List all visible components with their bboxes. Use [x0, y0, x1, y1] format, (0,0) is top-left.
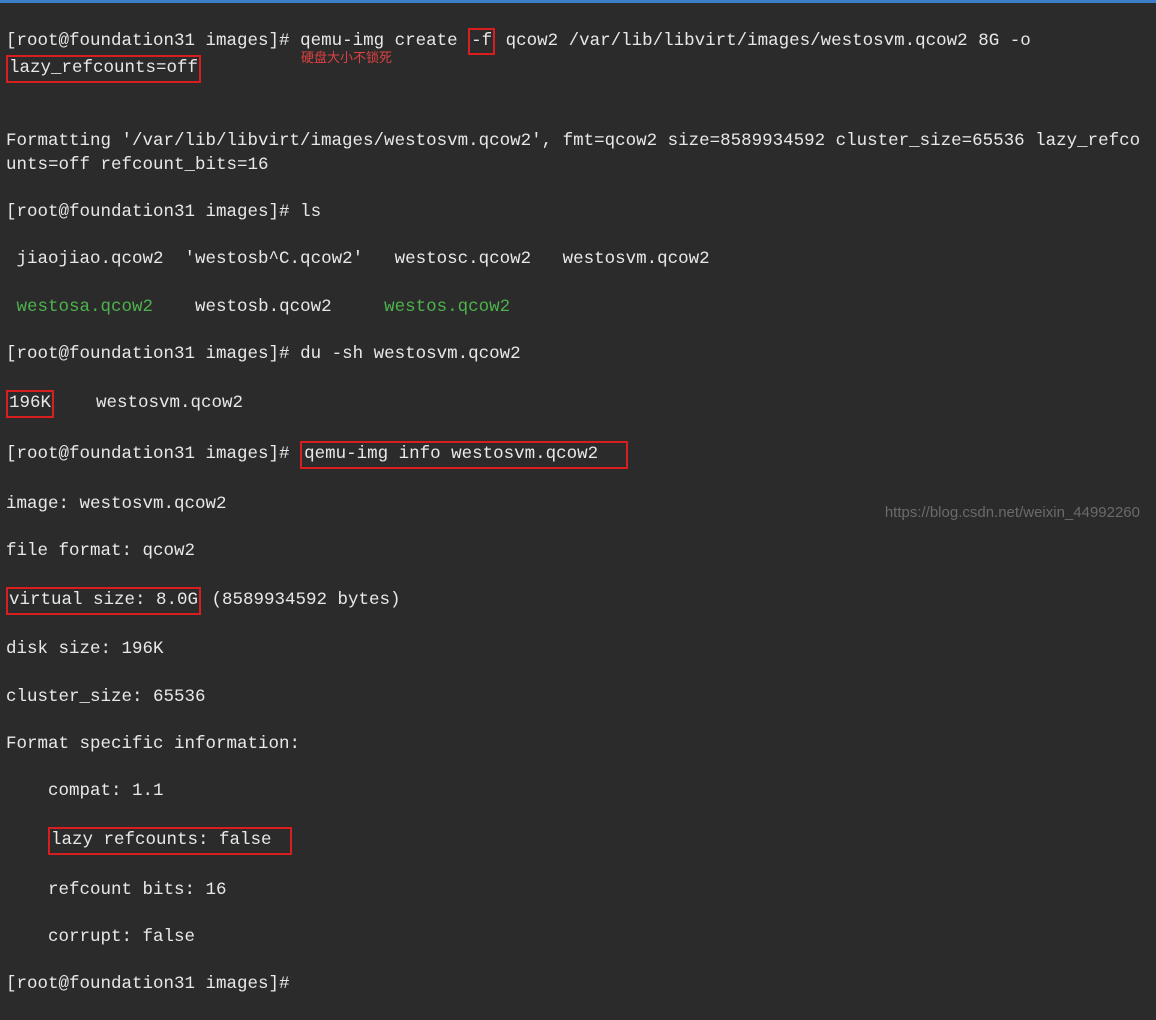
highlight-lazy-opt: lazy_refcounts=off [6, 55, 201, 83]
command-line-empty: [root@foundation31 images]# [6, 973, 1150, 997]
command-line-1: [root@foundation31 images]# qemu-img cre… [6, 28, 1150, 83]
command-line-3: [root@foundation31 images]# du -sh westo… [6, 343, 1150, 367]
info-virtual-size-bytes: (8589934592 bytes) [201, 590, 401, 610]
prompt: [root@foundation31 images]# [6, 202, 290, 222]
info-corrupt: corrupt: false [6, 926, 1150, 950]
du-output-line: 196K westosvm.qcow2 [6, 390, 1150, 418]
output-formatting: Formatting '/var/lib/libvirt/images/west… [6, 130, 1150, 177]
highlight-virtual-size: virtual size: 8.0G [6, 587, 201, 615]
highlight-du-size: 196K [6, 390, 54, 418]
prompt: [root@foundation31 images]# [6, 974, 290, 994]
info-cluster-size: cluster_size: 65536 [6, 686, 1150, 710]
ls-row-2: westosa.qcow2 westosb.qcow2 westos.qcow2 [6, 296, 1150, 320]
file-green: westos.qcow2 [384, 297, 510, 317]
command-line-4: [root@foundation31 images]# qemu-img inf… [6, 441, 1150, 469]
du-filename: westosvm.qcow2 [54, 393, 243, 413]
highlight-lazy-refcounts: lazy refcounts: false [48, 827, 292, 855]
info-compat: compat: 1.1 [6, 780, 1150, 804]
highlight-flag-f: -f [468, 28, 495, 56]
annotation-text: 硬盘大小不锁死 [301, 49, 392, 67]
prompt: [root@foundation31 images]# [6, 31, 290, 51]
prompt: [root@foundation31 images]# [6, 344, 290, 364]
indent [6, 830, 48, 850]
info-refcount-bits: refcount bits: 16 [6, 879, 1150, 903]
cmd-text: qemu-img create [300, 31, 468, 51]
file-plain: westosb.qcow2 [153, 297, 384, 317]
cmd-du: du -sh westosvm.qcow2 [300, 344, 521, 364]
info-format-specific: Format specific information: [6, 733, 1150, 757]
info-file-format: file format: qcow2 [6, 540, 1150, 564]
info-disk-size: disk size: 196K [6, 638, 1150, 662]
file-green: westosa.qcow2 [6, 297, 153, 317]
window-top-bar [0, 0, 1156, 3]
info-lazy-refcounts-line: lazy refcounts: false [6, 827, 1150, 855]
ls-row-1: jiaojiao.qcow2 'westosb^C.qcow2' westosc… [6, 248, 1150, 272]
cmd-text: qcow2 /var/lib/libvirt/images/westosvm.q… [495, 31, 1041, 51]
cmd-ls: ls [300, 202, 321, 222]
watermark-text: https://blog.csdn.net/weixin_44992260 [885, 503, 1140, 523]
info-virtual-size-line: virtual size: 8.0G (8589934592 bytes) [6, 587, 1150, 615]
prompt: [root@foundation31 images]# [6, 444, 290, 464]
highlight-cmd-info: qemu-img info westosvm.qcow2 [300, 441, 628, 469]
command-line-2: [root@foundation31 images]# ls [6, 201, 1150, 225]
